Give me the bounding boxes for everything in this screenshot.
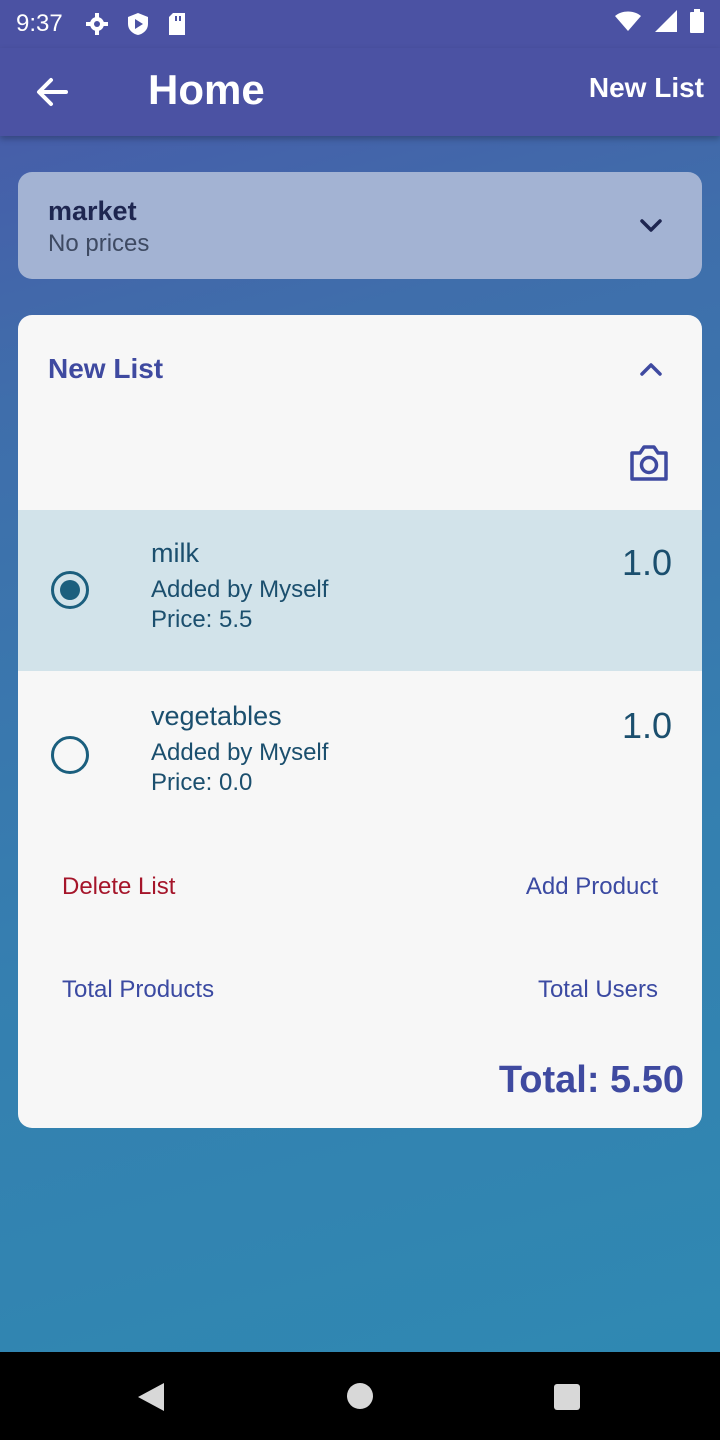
- total-amount: Total: 5.50: [498, 1059, 684, 1101]
- list-title: New List: [48, 353, 164, 384]
- arrow-left-icon[interactable]: [34, 74, 70, 110]
- product-name: vegetables: [151, 701, 282, 731]
- product-name: milk: [151, 538, 199, 568]
- product-quantity: 1.0: [621, 705, 672, 746]
- home-circle-icon[interactable]: [346, 1382, 374, 1415]
- total-products-button[interactable]: Total Products: [62, 976, 214, 1004]
- list-subtitle: No prices: [48, 230, 150, 257]
- recents-square-icon[interactable]: [553, 1383, 581, 1416]
- add-product-button[interactable]: Add Product: [526, 873, 658, 901]
- radio-button[interactable]: [51, 571, 89, 609]
- list-card-new-list: New List milk Added by Myself Price: 5.5…: [18, 315, 702, 1128]
- new-list-button[interactable]: New List: [589, 72, 704, 104]
- signal-icon: [654, 9, 678, 40]
- page-title: Home: [148, 66, 265, 113]
- list-card-market[interactable]: market No prices: [18, 172, 702, 279]
- wifi-icon: [614, 10, 642, 39]
- chevron-up-icon[interactable]: [638, 357, 664, 381]
- delete-list-button[interactable]: Delete List: [62, 873, 175, 901]
- total-users-button[interactable]: Total Users: [538, 976, 658, 1004]
- battery-icon: [690, 8, 704, 40]
- app-bar: Home New List: [0, 48, 720, 136]
- system-nav-bar: [0, 1352, 720, 1440]
- chevron-down-icon[interactable]: [638, 214, 664, 238]
- radio-selected-dot: [60, 580, 80, 600]
- back-triangle-icon[interactable]: [136, 1381, 166, 1418]
- status-bar: 9:37: [0, 0, 720, 48]
- product-added-by: Added by Myself: [151, 739, 329, 766]
- product-price: Price: 5.5: [151, 606, 253, 633]
- status-time: 9:37: [16, 10, 63, 37]
- list-item[interactable]: vegetables Added by Myself Price: 0.0 1.…: [18, 671, 702, 832]
- list-name: market: [48, 196, 137, 226]
- radio-button[interactable]: [51, 736, 89, 774]
- gear-icon: [85, 12, 109, 36]
- product-added-by: Added by Myself: [151, 576, 329, 603]
- camera-icon[interactable]: [628, 443, 670, 483]
- product-quantity: 1.0: [621, 542, 672, 583]
- sd-card-icon: [167, 12, 187, 36]
- product-price: Price: 0.0: [151, 769, 253, 796]
- list-item[interactable]: milk Added by Myself Price: 5.5 1.0: [18, 510, 702, 671]
- shield-play-icon: [127, 12, 149, 36]
